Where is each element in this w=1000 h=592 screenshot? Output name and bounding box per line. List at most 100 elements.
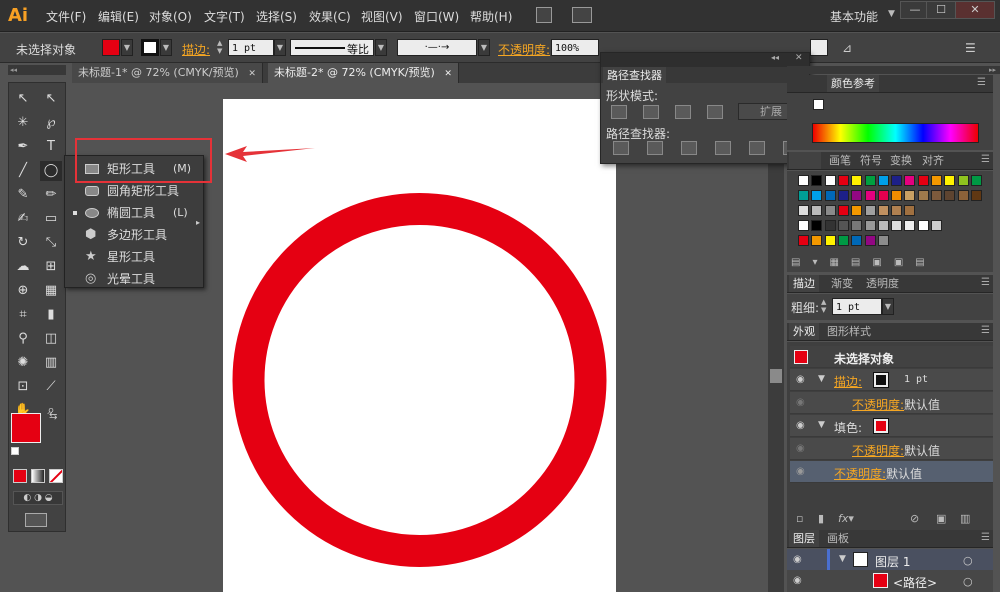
divide-icon[interactable] xyxy=(613,141,629,155)
stroke-weight-input[interactable]: 1 pt xyxy=(228,39,274,56)
eye-icon[interactable]: ◉ xyxy=(793,576,807,586)
warp-tool-icon[interactable]: ☁ xyxy=(12,257,34,277)
color-swatch[interactable] xyxy=(837,190,849,201)
tab-appearance[interactable]: 外观 xyxy=(789,323,819,340)
color-swatch[interactable] xyxy=(944,175,956,186)
layer-row[interactable]: ◉ ▼ 图层 1 ○ xyxy=(787,549,993,592)
appearance-opacity-link[interactable]: 不透明度: xyxy=(834,465,886,482)
maximize-button[interactable]: ☐ xyxy=(926,1,956,19)
color-swatch[interactable] xyxy=(851,220,863,231)
color-swatch[interactable] xyxy=(824,220,836,231)
panel-menu-icon[interactable]: ☰ xyxy=(981,277,990,288)
close-icon[interactable]: ✕ xyxy=(795,53,803,63)
tab-color-guide[interactable]: 颜色参考 xyxy=(827,75,879,92)
eyedropper-tool-icon[interactable]: ⚲ xyxy=(12,329,34,349)
eye-icon[interactable]: ◉ xyxy=(793,555,807,565)
appearance-fill-opacity-row[interactable]: ◉ 不透明度: 默认值 xyxy=(790,438,993,460)
eraser-tool-icon[interactable]: ▭ xyxy=(40,209,62,229)
eye-icon[interactable]: ◉ xyxy=(796,444,810,454)
stroke-weight-dropdown[interactable]: ▼ xyxy=(274,39,286,56)
fill-dropdown[interactable]: ▼ xyxy=(121,39,133,56)
color-swatch[interactable] xyxy=(944,190,956,201)
menu-window[interactable]: 窗口(W) xyxy=(414,8,459,25)
layer-name[interactable]: 图层 1 xyxy=(875,553,910,570)
stroke-profile-select[interactable]: 等比 xyxy=(290,39,374,56)
tab-transparency[interactable]: 透明度 xyxy=(862,275,903,292)
align-options-icon[interactable]: ☰ xyxy=(965,41,976,55)
color-swatch[interactable] xyxy=(931,190,942,201)
color-swatch[interactable] xyxy=(824,175,836,186)
tab-artboards[interactable]: 画板 xyxy=(823,530,853,547)
color-swatch[interactable] xyxy=(811,205,823,216)
flyout-item-rounded-rectangle[interactable]: 圆角矩形工具 xyxy=(65,180,203,202)
line-tool-icon[interactable]: ╱ xyxy=(12,161,34,181)
fill-swatch[interactable] xyxy=(102,39,120,56)
tab-document-2[interactable]: 未标题-2* @ 72% (CMYK/预览) ✕ xyxy=(268,63,459,83)
tab-transform[interactable]: 变换 xyxy=(886,152,916,169)
close-icon[interactable]: ✕ xyxy=(248,69,256,79)
brush-dropdown[interactable]: ▼ xyxy=(478,39,490,56)
color-swatch[interactable] xyxy=(877,220,889,231)
direct-selection-tool-icon[interactable]: ↖ xyxy=(40,89,62,109)
eye-icon[interactable]: ◉ xyxy=(796,421,810,431)
disclosure-triangle-icon[interactable]: ▼ xyxy=(818,374,825,384)
tab-stroke[interactable]: 描边 xyxy=(789,275,819,292)
color-swatch[interactable] xyxy=(904,220,916,231)
mesh-tool-icon[interactable]: ⌗ xyxy=(12,305,34,325)
lasso-tool-icon[interactable]: ℘ xyxy=(40,113,62,133)
bridge-icon[interactable] xyxy=(536,7,552,23)
type-tool-icon[interactable]: T xyxy=(40,137,62,157)
tools-panel-grip[interactable]: ◂◂ xyxy=(8,65,66,75)
appearance-fill-swatch[interactable] xyxy=(873,418,889,434)
color-swatch[interactable] xyxy=(904,190,916,201)
gradient-mode-icon[interactable] xyxy=(31,469,45,483)
style-swatch[interactable] xyxy=(810,39,828,56)
color-swatch[interactable] xyxy=(837,205,849,216)
slice-tool-icon[interactable]: ⟋ xyxy=(40,377,62,397)
artboard-tool-icon[interactable]: ⊡ xyxy=(12,377,34,397)
color-swatch[interactable] xyxy=(931,220,942,231)
color-swatch[interactable] xyxy=(837,175,849,186)
appearance-fill-opacity-link[interactable]: 不透明度: xyxy=(852,442,904,459)
color-swatch[interactable] xyxy=(798,205,809,216)
stroke-weight-stepper-icon[interactable]: ▲ ▼ xyxy=(821,298,831,315)
color-swatch[interactable] xyxy=(851,190,863,201)
appearance-stroke-opacity-link[interactable]: 不透明度: xyxy=(852,396,904,413)
color-swatch[interactable] xyxy=(837,220,849,231)
color-swatch[interactable] xyxy=(851,235,863,246)
color-swatch[interactable] xyxy=(811,190,823,201)
color-swatch[interactable] xyxy=(811,175,823,186)
menu-select[interactable]: 选择(S) xyxy=(256,8,297,25)
menu-file[interactable]: 文件(F) xyxy=(46,8,86,25)
disclosure-triangle-icon[interactable]: ▼ xyxy=(839,554,846,564)
color-swatch[interactable] xyxy=(824,205,836,216)
brush-definition-icon[interactable]: ·—·→ xyxy=(397,39,477,56)
perspective-grid-tool-icon[interactable]: ▦ xyxy=(40,281,62,301)
ellipse-tool-icon[interactable]: ◯ xyxy=(40,161,62,181)
fill-color-swatch[interactable] xyxy=(11,413,41,443)
blob-brush-tool-icon[interactable]: ✍ xyxy=(12,209,34,229)
blend-tool-icon[interactable]: ◫ xyxy=(40,329,62,349)
clear-appearance-icon[interactable]: ⊘ xyxy=(910,512,919,525)
tab-swatches[interactable] xyxy=(789,152,821,169)
tab-symbols[interactable]: 符号 xyxy=(856,152,886,169)
color-swatch[interactable] xyxy=(904,205,916,216)
target-icon[interactable]: ○ xyxy=(963,554,973,567)
stroke-stepper-icon[interactable]: ▲ ▼ xyxy=(217,39,227,56)
color-swatch[interactable] xyxy=(851,175,863,186)
color-swatch[interactable] xyxy=(798,190,809,201)
delete-icon[interactable]: ▥ xyxy=(960,512,970,525)
pencil-tool-icon[interactable]: ✏ xyxy=(40,185,62,205)
free-transform-tool-icon[interactable]: ⊞ xyxy=(40,257,62,277)
pen-tool-icon[interactable]: ✒ xyxy=(12,137,34,157)
color-swatch[interactable] xyxy=(864,220,876,231)
stroke-link[interactable]: 描边: xyxy=(182,41,210,58)
tab-document-1[interactable]: 未标题-1* @ 72% (CMYK/预览) ✕ xyxy=(72,63,263,83)
appearance-stroke-opacity-row[interactable]: ◉ 不透明度: 默认值 xyxy=(790,392,993,414)
color-swatch[interactable] xyxy=(864,175,876,186)
stroke-swatch[interactable] xyxy=(141,39,159,56)
arrange-documents-icon[interactable] xyxy=(572,7,592,23)
opacity-input[interactable]: 100% xyxy=(551,39,599,56)
scrollbar-thumb[interactable] xyxy=(770,369,782,383)
color-swatch[interactable] xyxy=(917,220,929,231)
